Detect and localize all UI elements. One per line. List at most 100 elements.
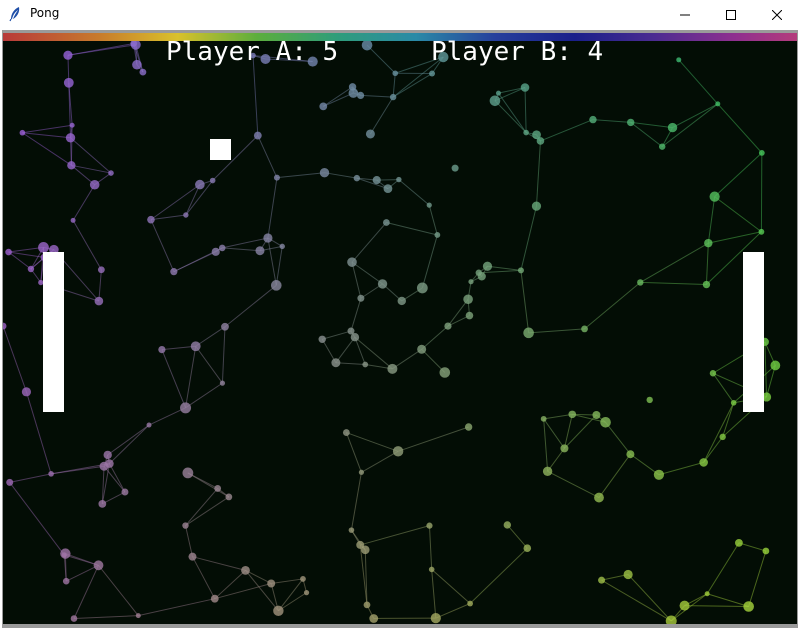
network-edge	[98, 564, 139, 616]
network-node	[67, 161, 76, 170]
network-edge	[706, 542, 740, 595]
network-node	[300, 576, 306, 582]
network-edge	[392, 73, 396, 98]
network-node	[679, 600, 690, 611]
network-node	[195, 179, 205, 190]
network-node	[560, 444, 569, 453]
network-edge	[627, 574, 672, 622]
network-node	[377, 279, 388, 289]
network-node	[589, 115, 597, 124]
network-node	[392, 70, 399, 77]
network-edge	[605, 421, 631, 455]
feather-icon	[8, 6, 22, 22]
network-node	[270, 280, 282, 291]
network-edge	[386, 221, 438, 236]
network-node	[389, 93, 397, 101]
network-node	[188, 552, 197, 561]
network-node	[646, 396, 653, 404]
network-node	[255, 246, 265, 256]
network-edge	[369, 96, 394, 135]
rainbow-strip	[3, 33, 797, 41]
network-node	[132, 59, 142, 70]
network-node	[182, 522, 189, 529]
network-node	[63, 50, 73, 60]
network-node	[63, 77, 74, 88]
network-edge	[397, 426, 469, 452]
network-node	[475, 269, 482, 276]
network-edge	[70, 137, 112, 174]
network-edge	[22, 132, 72, 166]
network-edge	[184, 525, 193, 557]
network-edge	[221, 326, 226, 384]
network-node	[361, 39, 373, 51]
network-node	[94, 296, 104, 306]
network-edge	[161, 349, 187, 409]
network-node	[108, 170, 114, 176]
network-node	[704, 591, 710, 597]
network-node	[170, 268, 178, 276]
network-node	[699, 458, 708, 467]
network-node	[279, 243, 285, 250]
network-node	[105, 459, 114, 468]
network-edge	[528, 328, 585, 334]
network-node	[331, 358, 341, 368]
network-node	[417, 344, 427, 354]
network-node	[517, 267, 524, 274]
network-edge	[601, 579, 672, 622]
network-node	[709, 370, 717, 377]
network-edge	[322, 330, 352, 340]
network-node	[762, 547, 770, 555]
network-edge	[592, 119, 631, 123]
network-node	[19, 129, 26, 136]
network-node	[210, 594, 219, 603]
player-b-score: Player B: 4	[431, 37, 604, 67]
network-node	[383, 184, 393, 194]
network-node	[444, 322, 452, 330]
network-edge	[658, 461, 704, 476]
network-edge	[498, 92, 527, 133]
maximize-button[interactable]	[708, 0, 754, 28]
network-node	[676, 57, 682, 63]
title-bar[interactable]: Pong	[0, 0, 800, 28]
network-node	[182, 467, 194, 479]
network-node	[396, 176, 402, 183]
network-edge	[630, 453, 660, 476]
network-node	[626, 450, 635, 459]
network-edge	[547, 470, 600, 499]
network-node	[704, 238, 713, 248]
network-node	[426, 202, 432, 208]
network-node	[743, 601, 754, 612]
network-edge	[9, 482, 65, 556]
game-canvas[interactable]: Player A: 5 Player B: 4	[3, 33, 797, 624]
minimize-button[interactable]	[662, 0, 708, 28]
network-node	[465, 311, 474, 320]
network-node	[523, 129, 529, 136]
network-edge	[192, 556, 246, 571]
network-edge	[73, 565, 99, 619]
network-node	[357, 294, 365, 302]
network-node	[27, 265, 35, 273]
network-node	[103, 450, 112, 460]
network-edge	[267, 177, 278, 239]
network-edge	[150, 219, 175, 272]
network-edge	[276, 172, 325, 179]
network-edge	[98, 269, 102, 302]
close-button[interactable]	[754, 0, 800, 28]
network-edge	[275, 246, 283, 286]
network-node	[362, 361, 369, 368]
ball	[210, 139, 231, 160]
network-edge	[71, 164, 112, 174]
network-edge	[392, 348, 422, 370]
network-edge	[22, 124, 73, 134]
network-node	[318, 335, 326, 343]
network-node	[463, 294, 473, 305]
network-edge	[543, 413, 573, 420]
network-node	[702, 280, 711, 289]
network-node	[146, 422, 152, 428]
network-node	[267, 579, 276, 588]
network-edge	[494, 100, 527, 133]
network-edge	[520, 270, 530, 333]
network-node	[263, 233, 273, 243]
network-node	[623, 569, 633, 580]
network-node	[451, 164, 459, 172]
